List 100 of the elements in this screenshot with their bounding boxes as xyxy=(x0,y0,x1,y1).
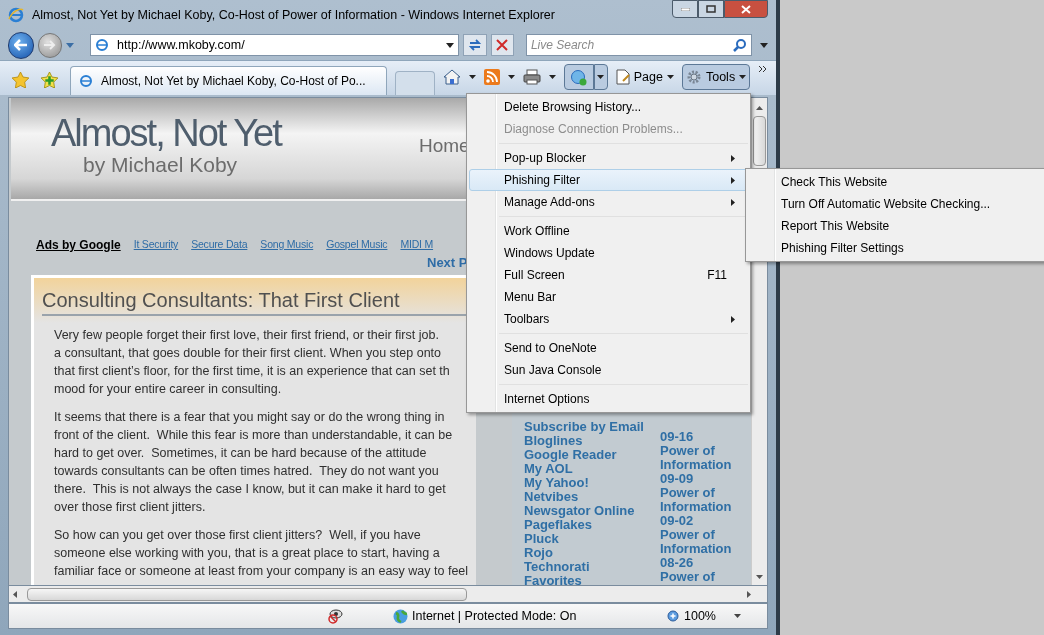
menu-item[interactable]: Menu Bar xyxy=(469,286,748,308)
menu-item[interactable]: Send to OneNote xyxy=(469,337,748,359)
back-button[interactable] xyxy=(8,31,35,59)
add-favorite-icon[interactable] xyxy=(41,72,58,88)
minimize-button[interactable] xyxy=(672,0,698,18)
scroll-thumb[interactable] xyxy=(753,116,766,166)
ads-label-link[interactable]: Ads by Google xyxy=(36,236,121,254)
history-dropdown-icon xyxy=(66,42,75,48)
post-archive-link[interactable]: Power of xyxy=(660,528,732,542)
forward-arrow-icon xyxy=(44,40,57,50)
dropdown-arrow-icon xyxy=(507,75,515,79)
close-button[interactable] xyxy=(724,0,768,18)
zoom-level[interactable]: 100% xyxy=(684,606,716,626)
browser-tab[interactable]: Almost, Not Yet by Michael Koby, Co-Host of Po... xyxy=(70,66,388,95)
menu-item[interactable]: Delete Browsing History... xyxy=(469,96,748,118)
search-icon xyxy=(733,38,748,52)
subscribe-link[interactable]: Pluck xyxy=(524,532,660,546)
minimize-icon xyxy=(680,7,690,11)
menu-item[interactable]: Internet Options xyxy=(469,388,748,410)
window-title: Almost, Not Yet by Michael Koby, Co-Host of Power of Information - Windows Internet Explorer xyxy=(32,6,555,24)
favorites-star-icon[interactable] xyxy=(12,72,29,88)
site-subtitle: by Michael Koby xyxy=(83,154,238,175)
scroll-left-arrow-icon[interactable] xyxy=(13,590,17,598)
page-icon xyxy=(615,69,630,85)
scroll-thumb[interactable] xyxy=(27,587,467,601)
post-archive-link[interactable]: 08-26 xyxy=(660,556,732,570)
page-icon xyxy=(79,74,93,88)
scroll-down-arrow-icon[interactable] xyxy=(756,575,763,579)
home-icon[interactable] xyxy=(442,69,461,85)
stop-button[interactable] xyxy=(490,34,514,56)
menu-item[interactable]: Report This Website xyxy=(748,215,1042,237)
subscribe-link[interactable]: Rojo xyxy=(524,546,660,560)
dropdown-arrow-icon xyxy=(666,75,674,79)
browser-logo-icon xyxy=(8,7,24,23)
back-arrow-icon xyxy=(14,39,29,51)
printer-icon[interactable] xyxy=(522,69,541,85)
url-text: http://www.mkoby.com/ xyxy=(117,36,246,54)
site-title: Almost, Not Yet xyxy=(51,114,281,152)
post-archive-link[interactable]: Power of xyxy=(660,486,732,500)
menu-item[interactable]: Toolbars xyxy=(469,308,748,330)
post-archive-link[interactable]: Information xyxy=(660,458,732,472)
subscribe-link[interactable]: My Yahoo! xyxy=(524,476,660,490)
subscribe-link[interactable]: Pageflakes xyxy=(524,518,660,532)
dropdown-arrow-icon xyxy=(739,75,747,79)
menu-item[interactable]: Turn Off Automatic Website Checking... xyxy=(748,193,1042,215)
ad-link[interactable]: Gospel Music xyxy=(326,237,388,253)
search-options-arrow-icon xyxy=(760,42,768,48)
post-archive-link[interactable]: Information xyxy=(660,500,732,514)
search-field[interactable]: Live Search xyxy=(525,34,753,56)
menu-item[interactable]: Windows Update xyxy=(469,242,748,264)
toolbar-button[interactable]: Page xyxy=(611,64,678,90)
post-archive-link[interactable]: Power of xyxy=(660,570,732,584)
subscribe-link[interactable]: Bloglines xyxy=(524,434,660,448)
horizontal-scrollbar[interactable] xyxy=(8,586,768,603)
subscribe-link[interactable]: Favorites xyxy=(524,574,660,585)
zoom-icon[interactable] xyxy=(667,609,680,623)
post-archive-link[interactable]: Information xyxy=(660,542,732,556)
maximize-button[interactable] xyxy=(698,0,724,18)
address-field[interactable]: http://www.mkoby.com/ xyxy=(90,34,460,56)
menu-item[interactable]: Phishing Filter Settings xyxy=(748,237,1042,259)
menu-item[interactable]: Manage Add-ons xyxy=(469,191,748,213)
post-archive-link[interactable]: 09-02 xyxy=(660,514,732,528)
post-archive-link[interactable]: 09-16 xyxy=(660,430,732,444)
dropdown-arrow-icon xyxy=(446,42,455,48)
ad-link[interactable]: Song Music xyxy=(260,237,314,253)
subscribe-link[interactable]: Subscribe by Email xyxy=(524,420,660,434)
post-archive-link[interactable]: 09-09 xyxy=(660,472,732,486)
subscribe-link[interactable]: Newsgator Online xyxy=(524,504,660,518)
chevron-icon[interactable] xyxy=(758,65,768,73)
search-placeholder: Live Search xyxy=(530,37,596,54)
dropdown-arrow-icon xyxy=(468,75,476,79)
refresh-icon xyxy=(468,38,483,52)
refresh-button[interactable] xyxy=(463,34,487,56)
scroll-up-arrow-icon[interactable] xyxy=(756,106,763,110)
globe-badge-icon xyxy=(569,68,588,86)
subscribe-link[interactable]: Google Reader xyxy=(524,448,660,462)
ad-link[interactable]: Secure Data xyxy=(191,237,248,253)
ad-link[interactable]: MIDI M xyxy=(400,237,434,253)
dropdown-arrow-icon[interactable] xyxy=(734,614,741,618)
maximize-icon xyxy=(706,5,716,13)
menu-item[interactable]: Pop-up Blocker xyxy=(469,147,748,169)
scroll-right-arrow-icon[interactable] xyxy=(747,590,751,598)
subscribe-link[interactable]: My AOL xyxy=(524,462,660,476)
menu-item[interactable]: Check This Website xyxy=(748,171,1042,193)
subscribe-link[interactable]: Technorati xyxy=(524,560,660,574)
settings-icon xyxy=(685,69,702,85)
post-archive-link[interactable]: Power of xyxy=(660,444,732,458)
menu-item[interactable]: Sun Java Console xyxy=(469,359,748,381)
globe-icon xyxy=(393,608,408,624)
paragraph: So how can you get over those first client jitters? Well, if you have someone else working with you, that is a great place to start, having a familiar face or someone at least from your company is an easy way to feel xyxy=(54,527,470,580)
menu-item[interactable]: Phishing Filter xyxy=(469,169,748,191)
rss-feed-icon[interactable] xyxy=(483,69,500,85)
forward-button[interactable] xyxy=(38,32,63,58)
subscribe-link[interactable]: Netvibes xyxy=(524,490,660,504)
toolbar-button[interactable]: Tools xyxy=(681,64,751,90)
menu-item[interactable]: Work Offline xyxy=(469,220,748,242)
paragraph: It seems that there is a fear that you might say or do the wrong thing in front of the client. While this fear is more than understandable, it can be hard to get over. Sometimes, it can be hard because of the attitude towards consultants can be often times hatred. They do not want you there. This is not always the case I know, but it can make it hard to get over those first client jitters. xyxy=(54,409,454,516)
ad-link[interactable]: It Security xyxy=(133,237,179,253)
menu-item[interactable]: Full Screen F11 xyxy=(469,264,748,286)
shortcut-text: F11 xyxy=(707,267,727,284)
